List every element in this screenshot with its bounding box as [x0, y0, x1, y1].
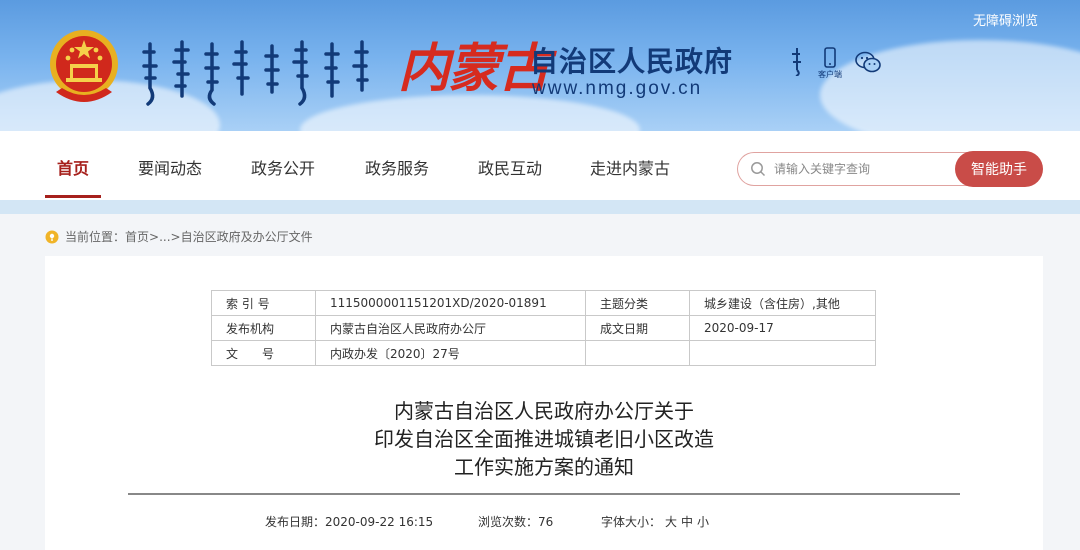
nav-active-indicator: [45, 195, 101, 198]
mobile-phone-icon: [824, 47, 836, 68]
breadcrumb-label: 当前位置：: [65, 230, 126, 244]
smart-assistant-button[interactable]: 智能助手: [955, 151, 1043, 187]
title-divider: [128, 493, 960, 495]
nav-item-gov-affairs[interactable]: 政务公开: [251, 155, 315, 179]
document-title-line: 工作实施方案的通知: [454, 455, 634, 479]
publish-date: 发布日期：2020-09-22 16:15: [265, 513, 433, 530]
document-title-line: 内蒙古自治区人民政府办公厅关于: [394, 399, 694, 423]
meta-key: [585, 340, 690, 366]
meta-key: 文 号: [211, 340, 316, 366]
nav-item-gov-services[interactable]: 政务服务: [365, 155, 429, 179]
table-row: 索 引 号 1115000001151201XD/2020-01891 主题分类…: [211, 290, 876, 316]
font-size-controls: 字体大小：大中小: [601, 513, 709, 530]
meta-key: 发布机构: [211, 315, 316, 341]
inner-mongolia-calligraphy-logo: 内蒙古: [398, 38, 550, 99]
meta-value: 2020-09-17: [689, 315, 876, 341]
font-size-label: 字体大小：: [601, 515, 662, 529]
document-title-line: 印发自治区全面推进城镇老旧小区改造: [374, 427, 714, 451]
search-icon: [751, 162, 766, 177]
nav-item-about[interactable]: 走进内蒙古: [590, 155, 670, 179]
meta-value: [689, 340, 876, 366]
meta-value: 内政办发〔2020〕27号: [315, 340, 586, 366]
government-title: 自治区人民政府: [530, 45, 734, 78]
breadcrumb-separator: >: [170, 229, 181, 244]
meta-key: 主题分类: [585, 290, 690, 316]
view-count-value: 76: [538, 515, 554, 529]
meta-value: 城乡建设（含住房）,其他: [689, 290, 876, 316]
meta-key: 成文日期: [585, 315, 690, 341]
breadcrumb-home-link[interactable]: 首页: [125, 228, 149, 245]
location-pin-icon: [45, 230, 59, 243]
meta-value: 1115000001151201XD/2020-01891: [315, 290, 586, 316]
view-count-label: 浏览次数：: [478, 515, 539, 529]
view-count: 浏览次数：76: [478, 513, 553, 530]
breadcrumb: 当前位置： 首页 > ... > 自治区政府及办公厅文件: [45, 228, 313, 245]
mobile-client-link[interactable]: 客户端: [818, 47, 842, 80]
publish-date-value: 2020-09-22 16:15: [325, 515, 434, 529]
table-row: 文 号 内政办发〔2020〕27号: [211, 340, 876, 366]
publish-date-label: 发布日期：: [265, 515, 326, 529]
mongolian-script-icon: [792, 48, 801, 76]
government-url: www.nmg.gov.cn: [532, 78, 703, 99]
document-metadata-table: 索 引 号 1115000001151201XD/2020-01891 主题分类…: [211, 290, 876, 366]
client-label: 客户端: [818, 70, 842, 79]
nav-item-interaction[interactable]: 政民互动: [478, 155, 542, 179]
search-input[interactable]: [774, 162, 954, 176]
table-row: 发布机构 内蒙古自治区人民政府办公厅 成文日期 2020-09-17: [211, 315, 876, 341]
breadcrumb-separator: >: [149, 229, 160, 244]
document-title: 内蒙古自治区人民政府办公厅关于 印发自治区全面推进城镇老旧小区改造 工作实施方案…: [45, 397, 1043, 481]
font-size-medium-button[interactable]: 中: [681, 515, 693, 529]
nav-item-news[interactable]: 要闻动态: [138, 155, 202, 179]
national-emblem-icon: [50, 30, 118, 102]
site-header: 内蒙古 自治区人民政府 www.nmg.gov.cn 客户端 无障碍浏览: [0, 0, 1080, 131]
wechat-icon: [855, 51, 881, 73]
meta-value: 内蒙古自治区人民政府办公厅: [315, 315, 586, 341]
font-size-large-button[interactable]: 大: [665, 515, 677, 529]
document-card: 索 引 号 1115000001151201XD/2020-01891 主题分类…: [45, 256, 1043, 550]
nav-item-home[interactable]: 首页: [57, 155, 89, 179]
mongolian-script-logo-icon: [142, 40, 369, 106]
font-size-small-button[interactable]: 小: [697, 515, 709, 529]
wechat-link[interactable]: [854, 50, 882, 74]
mongolian-version-link[interactable]: [790, 46, 804, 76]
accessibility-link[interactable]: 无障碍浏览: [973, 10, 1038, 29]
breadcrumb-ellipsis-link[interactable]: ...: [159, 230, 170, 244]
nav-divider-strip: [0, 200, 1080, 214]
meta-key: 索 引 号: [211, 290, 316, 316]
breadcrumb-current-link[interactable]: 自治区政府及办公厅文件: [181, 228, 313, 245]
